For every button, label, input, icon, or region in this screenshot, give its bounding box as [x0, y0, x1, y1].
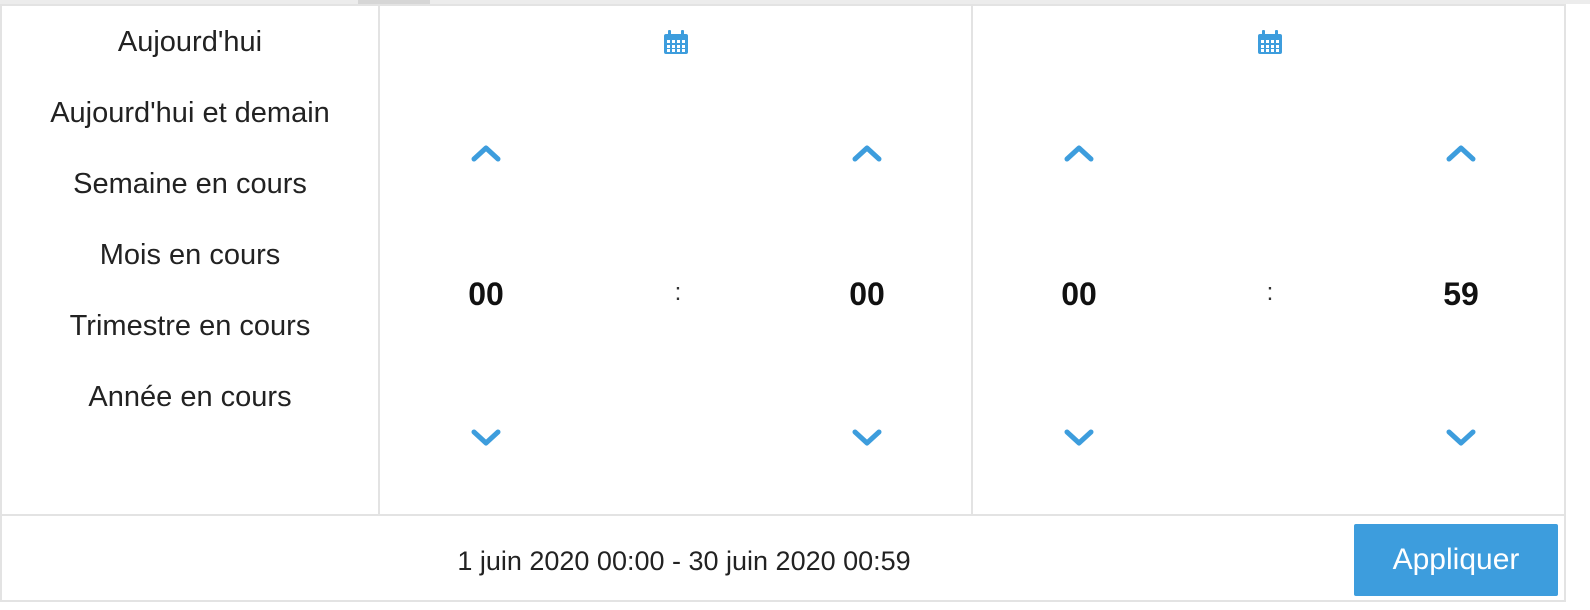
start-time-panel: 00 : 00: [380, 6, 973, 514]
chevron-up-icon: [1446, 145, 1476, 162]
end-time-separator: :: [1266, 279, 1274, 306]
chevron-down-icon: [1064, 429, 1094, 446]
chevron-up-icon: [1064, 145, 1094, 162]
chevron-down-icon: [852, 429, 882, 446]
calendar-icon[interactable]: [662, 28, 690, 56]
end-hours-up-button[interactable]: [1064, 143, 1094, 163]
picker-footer: 1 juin 2020 00:00 - 30 juin 2020 00:59 A…: [2, 514, 1564, 600]
end-time-panel: 00 : 59: [973, 6, 1564, 514]
preset-current-month[interactable]: Mois en cours: [2, 237, 378, 273]
start-hours-up-button[interactable]: [471, 143, 501, 163]
chevron-up-icon: [852, 145, 882, 162]
chevron-down-icon: [1446, 429, 1476, 446]
apply-button[interactable]: Appliquer: [1354, 524, 1558, 596]
preset-current-quarter[interactable]: Trimestre en cours: [2, 308, 378, 344]
preset-today[interactable]: Aujourd'hui: [2, 24, 378, 60]
start-hours-value[interactable]: 00: [436, 274, 536, 314]
end-minutes-value[interactable]: 59: [1411, 274, 1511, 314]
end-minutes-up-button[interactable]: [1446, 143, 1476, 163]
end-hours-value[interactable]: 00: [1029, 274, 1129, 314]
preset-current-year[interactable]: Année en cours: [2, 379, 378, 415]
end-hours-down-button[interactable]: [1064, 428, 1094, 448]
start-minutes-up-button[interactable]: [852, 143, 882, 163]
chevron-down-icon: [471, 429, 501, 446]
start-minutes-down-button[interactable]: [852, 428, 882, 448]
selected-range-text: 1 juin 2020 00:00 - 30 juin 2020 00:59: [457, 546, 911, 576]
end-minutes-down-button[interactable]: [1446, 428, 1476, 448]
preset-current-week[interactable]: Semaine en cours: [2, 166, 378, 202]
calendar-icon[interactable]: [1256, 28, 1284, 56]
chevron-up-icon: [471, 145, 501, 162]
start-hours-down-button[interactable]: [471, 428, 501, 448]
preset-today-and-tomorrow[interactable]: Aujourd'hui et demain: [2, 95, 378, 131]
date-range-picker: Aujourd'hui Aujourd'hui et demain Semain…: [0, 4, 1566, 602]
start-time-separator: :: [674, 279, 682, 306]
preset-list: Aujourd'hui Aujourd'hui et demain Semain…: [2, 6, 380, 514]
start-minutes-value[interactable]: 00: [817, 274, 917, 314]
